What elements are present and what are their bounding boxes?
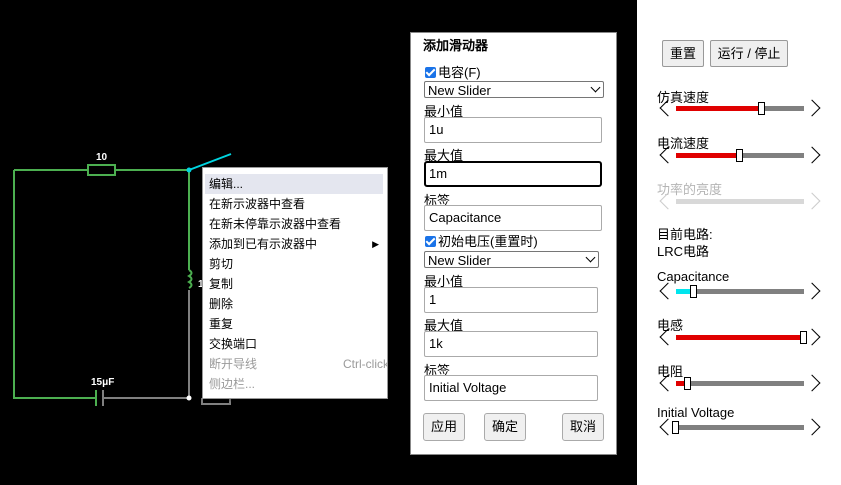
context-menu-item[interactable]: 复制 xyxy=(203,274,387,294)
context-menu-item-label: 添加到已有示波器中 xyxy=(209,237,318,251)
slider-thumb[interactable] xyxy=(757,102,765,115)
node-dot xyxy=(186,395,192,401)
tag-input-1[interactable]: Capacitance xyxy=(424,205,602,231)
range-slider[interactable] xyxy=(657,328,823,346)
reset-button[interactable]: 重置 xyxy=(662,40,704,67)
slider-track[interactable] xyxy=(676,377,804,390)
range-slider xyxy=(657,192,823,210)
tag-input-2[interactable]: Initial Voltage xyxy=(424,375,598,401)
chevron-left-icon[interactable] xyxy=(659,374,677,392)
context-menu-item: 侧边栏... xyxy=(203,374,387,394)
slider-thumb[interactable] xyxy=(689,285,697,298)
chevron-right-icon[interactable] xyxy=(803,374,821,392)
chevron-down-icon xyxy=(590,82,601,93)
initial-voltage-checkbox-row[interactable]: 初始电压(重置时) xyxy=(425,234,538,250)
dialog-title: 添加滑动器 xyxy=(423,38,489,53)
context-menu-item-label: 编辑... xyxy=(209,177,244,191)
capacitance-checkbox[interactable] xyxy=(425,67,436,78)
add-slider-dialog: 添加滑动器 电容(F) New Slider 最小值 1u 最大值 1m 标签 … xyxy=(410,32,617,455)
chevron-right-icon[interactable] xyxy=(803,282,821,300)
inductor-symbol xyxy=(187,269,193,289)
context-menu-item[interactable]: 编辑... xyxy=(205,174,383,194)
context-menu-item-label: 删除 xyxy=(209,297,234,311)
max-value-input-2[interactable]: 1k xyxy=(424,331,598,357)
context-menu-item[interactable]: 删除 xyxy=(203,294,387,314)
slider-fill xyxy=(676,199,740,204)
min-value-input-1[interactable]: 1u xyxy=(424,117,602,143)
slider-select-2-value: New Slider xyxy=(428,253,491,268)
slider-thumb[interactable] xyxy=(736,149,743,162)
initial-voltage-checkbox[interactable] xyxy=(425,236,436,247)
chevron-right-icon xyxy=(803,192,821,210)
resistor-symbol xyxy=(87,164,116,176)
chevron-down-icon xyxy=(585,252,596,263)
chevron-right-icon[interactable] xyxy=(803,146,821,164)
chevron-left-icon[interactable] xyxy=(659,282,677,300)
run-stop-button[interactable]: 运行 / 停止 xyxy=(710,40,788,67)
shortcut-label: Ctrl-click xyxy=(343,357,388,371)
current-circuit-name: LRC电路 xyxy=(657,244,710,259)
slider-thumb[interactable] xyxy=(683,377,691,390)
chevron-left-icon[interactable] xyxy=(659,99,677,117)
context-menu-item-label: 在新示波器中查看 xyxy=(209,197,306,211)
cancel-button[interactable]: 取消 xyxy=(562,413,604,441)
slider-fill xyxy=(676,153,740,158)
context-menu-item[interactable]: 交换端口 xyxy=(203,334,387,354)
slider-select-1[interactable]: New Slider xyxy=(424,81,604,98)
slider-select-2[interactable]: New Slider xyxy=(424,251,599,268)
slider-label: Initial Voltage xyxy=(657,405,735,420)
context-menu-item-label: 剪切 xyxy=(209,257,234,271)
range-slider[interactable] xyxy=(657,146,823,164)
range-slider[interactable] xyxy=(657,99,823,117)
context-menu: 编辑... 在新示波器中查看在新未停靠示波器中查看 添加到已有示波器中 ▶ 剪切复制删除… xyxy=(202,167,388,399)
context-menu-item-label: 复制 xyxy=(209,277,234,291)
chevron-left-icon[interactable] xyxy=(659,146,677,164)
slider-track[interactable] xyxy=(676,149,804,162)
range-slider[interactable] xyxy=(657,282,823,300)
context-menu-item[interactable]: 添加到已有示波器中 ▶ xyxy=(203,234,387,254)
resistor-label: 10 xyxy=(96,152,108,163)
context-menu-item-label: 重复 xyxy=(209,317,234,331)
capacitance-checkbox-row[interactable]: 电容(F) xyxy=(425,65,481,81)
capacitance-checkbox-label: 电容(F) xyxy=(438,65,481,80)
capacitor-label: 15μF xyxy=(91,377,115,388)
wire-left xyxy=(13,170,96,399)
context-menu-item-label: 断开导线 xyxy=(209,357,258,371)
submenu-arrow-icon: ▶ xyxy=(372,239,379,249)
switch-pivot xyxy=(186,167,192,173)
chevron-right-icon[interactable] xyxy=(803,418,821,436)
context-menu-item[interactable]: 剪切 xyxy=(203,254,387,274)
context-menu-item[interactable]: 在新示波器中查看 xyxy=(203,194,387,214)
apply-button[interactable]: 应用 xyxy=(423,413,465,441)
control-panel: 重置 运行 / 停止 仿真速度 电流速度 功率的亮度 Capacitance 电感 电阻 I… xyxy=(637,0,841,485)
context-menu-item[interactable]: 重复 xyxy=(203,314,387,334)
context-menu-item-label: 交换端口 xyxy=(209,337,258,351)
slider-track[interactable] xyxy=(676,285,804,298)
context-menu-item-label: 在新未停靠示波器中查看 xyxy=(209,217,342,231)
slider-thumb[interactable] xyxy=(672,421,679,434)
slider-track[interactable] xyxy=(672,421,804,434)
slider-fill xyxy=(676,106,762,111)
slider-fill xyxy=(676,335,804,340)
chevron-right-icon[interactable] xyxy=(803,99,821,117)
context-menu-item-label: 侧边栏... xyxy=(209,377,256,391)
slider-select-1-value: New Slider xyxy=(428,83,491,98)
range-slider[interactable] xyxy=(657,418,823,436)
max-value-input-1[interactable]: 1m xyxy=(424,161,602,187)
slider-track[interactable] xyxy=(676,102,804,115)
range-slider[interactable] xyxy=(657,374,823,392)
slider-track xyxy=(676,199,804,204)
min-value-input-2[interactable]: 1 xyxy=(424,287,598,313)
context-menu-item: 断开导线 Ctrl-click xyxy=(203,354,387,374)
slider-track[interactable] xyxy=(676,331,807,344)
context-menu-item[interactable]: 在新未停靠示波器中查看 xyxy=(203,214,387,234)
chevron-left-icon[interactable] xyxy=(659,328,677,346)
initial-voltage-checkbox-label: 初始电压(重置时) xyxy=(438,234,538,249)
chevron-left-icon xyxy=(659,192,677,210)
ok-button[interactable]: 确定 xyxy=(484,413,526,441)
